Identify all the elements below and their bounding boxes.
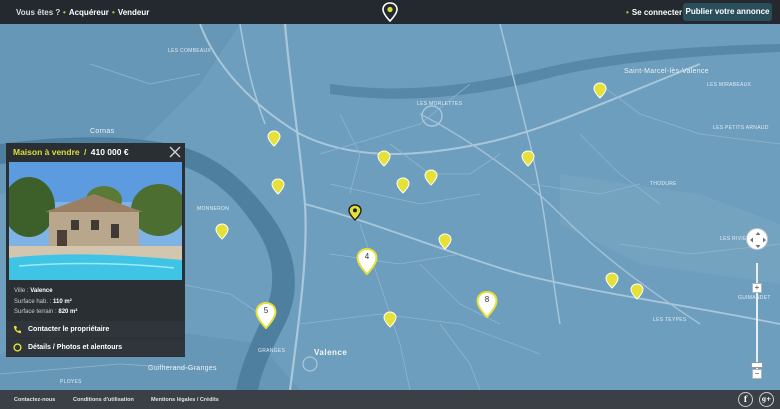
- surface-terrain-label: Surface terrain :: [14, 309, 57, 315]
- listing-photo[interactable]: [9, 162, 182, 280]
- listing-info: Ville : Valence Surface hab. : 110 m² Su…: [14, 286, 77, 318]
- property-pin-icon[interactable]: [271, 178, 285, 195]
- property-pin-icon[interactable]: [593, 82, 607, 99]
- place-granges: GRANGES: [258, 348, 286, 354]
- place-thodure: THODURE: [650, 181, 677, 187]
- place-les-teypes: LES TEYPES: [653, 317, 687, 323]
- contact-owner-label: Contacter le propriétaire: [28, 326, 110, 333]
- nav-vendeur[interactable]: • Vendeur: [112, 8, 149, 17]
- ville-label: Ville :: [14, 288, 29, 294]
- property-pin-icon[interactable]: [424, 169, 438, 186]
- property-pin-icon[interactable]: [267, 130, 281, 147]
- logo-pin-icon[interactable]: [382, 2, 398, 22]
- property-pin-icon[interactable]: [396, 177, 410, 194]
- top-bar: Vous êtes ? • Acquéreur • Vendeur • Se conn…: [0, 0, 780, 24]
- footer: Contactez-nous Conditions d'utilisation …: [0, 390, 780, 409]
- place-les-mirabeaux: LES MIRABEAUX: [707, 82, 752, 88]
- nav-acquereur[interactable]: • Acquéreur: [63, 8, 109, 17]
- zoom-out-button[interactable]: −: [752, 369, 762, 379]
- ville-value: Valence: [30, 288, 53, 294]
- zoom-in-button[interactable]: +: [752, 283, 762, 293]
- surface-terrain-row: Surface terrain : 820 m²: [14, 307, 77, 318]
- listing-type: Maison à vendre: [13, 147, 80, 157]
- footer-contact-link[interactable]: Contactez-nous: [14, 397, 55, 403]
- cluster-count: 8: [484, 295, 490, 304]
- listing-card: Maison à vendre / 410 000 € Ville : Vale…: [6, 143, 185, 357]
- surface-hab-label: Surface hab. :: [14, 298, 52, 305]
- property-pin-icon[interactable]: [377, 150, 391, 167]
- cluster-count: 5: [263, 306, 269, 315]
- pan-arrows-icon: [750, 232, 766, 248]
- nav-bullet-icon: •: [112, 8, 115, 17]
- surface-hab-value: 110 m²: [53, 298, 72, 305]
- login-link[interactable]: • Se connecter: [626, 8, 682, 17]
- map-pan-control[interactable]: [746, 228, 768, 250]
- place-valence: Valence: [314, 348, 348, 357]
- listing-separator: /: [83, 147, 87, 157]
- zoom-slider-handle[interactable]: [751, 362, 763, 368]
- vous-etes-label: Vous êtes ?: [16, 8, 61, 17]
- ring-icon: [13, 343, 22, 352]
- details-button[interactable]: Détails / Photos et alentours: [6, 339, 185, 356]
- publish-ad-button[interactable]: Publier votre annonce: [683, 3, 772, 21]
- close-icon[interactable]: [168, 145, 182, 159]
- place-monneron: MONNERON: [197, 206, 230, 212]
- cluster-pin[interactable]: 8: [476, 290, 498, 319]
- facebook-icon[interactable]: f: [738, 392, 753, 407]
- listing-price: 410 000 €: [90, 147, 129, 157]
- nav-bullet-icon: •: [626, 8, 629, 17]
- selected-property-pin-icon[interactable]: [348, 204, 362, 221]
- footer-conditions-link[interactable]: Conditions d'utilisation: [73, 397, 134, 403]
- phone-icon: [13, 326, 21, 334]
- property-pin-icon[interactable]: [383, 311, 397, 328]
- place-les-morlettes: LES MORLETTES: [417, 101, 463, 107]
- property-pin-icon[interactable]: [630, 283, 644, 300]
- place-cornas: Cornas: [90, 128, 115, 135]
- property-pin-icon[interactable]: [438, 233, 452, 250]
- google-plus-icon[interactable]: g+: [759, 392, 774, 407]
- cluster-pin[interactable]: 5: [255, 301, 277, 330]
- nav-vendeur-label: Vendeur: [117, 8, 150, 17]
- place-guilherand: Guilherand-Granges: [148, 365, 217, 372]
- place-les-combeaux: LES COMBEAUX: [168, 48, 212, 54]
- property-pin-icon[interactable]: [215, 223, 229, 240]
- place-les-petits-arnaud: LES PETITS ARNAUD: [713, 125, 769, 131]
- ville-row: Ville : Valence: [14, 286, 77, 297]
- place-saint-marcel: Saint-Marcel-lès-Valence: [624, 68, 709, 75]
- nav-bullet-icon: •: [63, 8, 66, 17]
- listing-header: Maison à vendre / 410 000 €: [6, 143, 185, 162]
- surface-hab-row: Surface hab. : 110 m²: [14, 297, 77, 308]
- place-ployes: PLOYES: [60, 379, 82, 385]
- footer-mentions-link[interactable]: Mentions légales / Crédits: [151, 397, 219, 403]
- property-pin-icon[interactable]: [605, 272, 619, 289]
- property-pin-icon[interactable]: [521, 150, 535, 167]
- zoom-slider-track[interactable]: [756, 263, 758, 373]
- login-label: Se connecter: [631, 8, 683, 17]
- nav-acquereur-label: Acquéreur: [68, 8, 109, 17]
- details-label: Détails / Photos et alentours: [28, 344, 123, 351]
- cluster-pin[interactable]: 4: [356, 247, 378, 276]
- contact-owner-button[interactable]: Contacter le propriétaire: [6, 321, 185, 338]
- cluster-count: 4: [364, 252, 370, 261]
- surface-terrain-value: 820 m²: [58, 309, 78, 315]
- place-guimandet: GUIMANDET: [738, 295, 771, 301]
